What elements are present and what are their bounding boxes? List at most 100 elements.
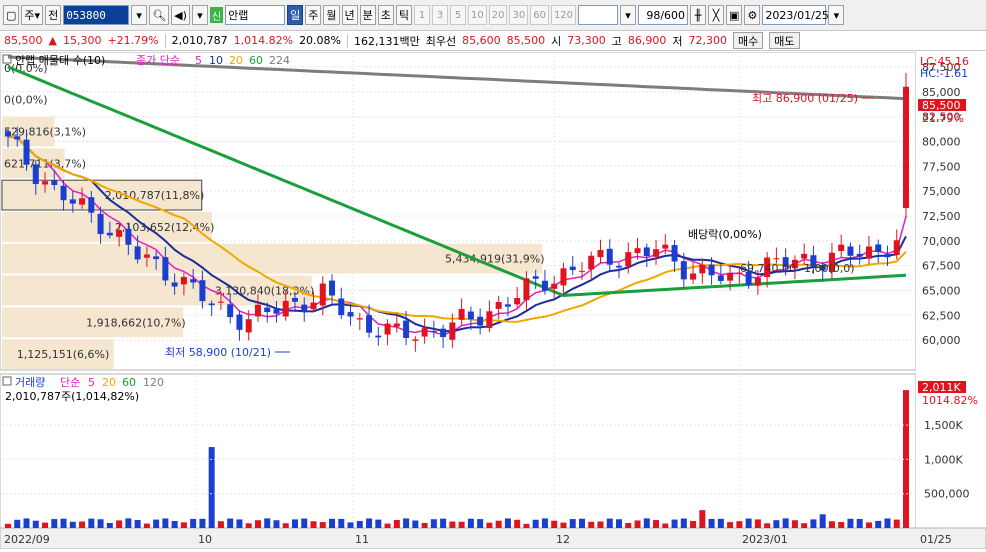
candle-body: [597, 250, 604, 258]
volume-bar: [597, 521, 604, 528]
vol-ma60-legend: 60: [122, 376, 136, 389]
stock-code-input[interactable]: 053800: [63, 5, 130, 25]
volume-tick-label: 1,000K: [924, 453, 963, 466]
current-price: 85,500: [4, 34, 43, 47]
ma60-legend: 60: [249, 54, 263, 67]
candle-body: [680, 261, 687, 280]
candle-body: [227, 304, 234, 318]
candle-body: [440, 328, 447, 338]
interval-60[interactable]: 60: [530, 5, 549, 25]
volume-bar: [551, 520, 558, 528]
profile-band-label: 621,711(3,7%): [4, 157, 86, 170]
candle-body: [106, 232, 113, 236]
candle-body: [856, 253, 863, 257]
count-display[interactable]: 98/600: [638, 5, 689, 25]
interval-30[interactable]: 30: [509, 5, 529, 25]
volume-bar: [616, 519, 623, 528]
interval-custom-input[interactable]: [578, 5, 619, 25]
profile-band-label: 1,125,151(6,6%): [17, 348, 110, 361]
tab-yearly[interactable]: 년: [341, 5, 358, 25]
mid-annotation-price: 69,740,00: [740, 262, 796, 275]
settings-gear-icon[interactable]: ⚙: [744, 5, 761, 25]
mid-annotation-change: -1,00(0,0): [800, 262, 855, 275]
dropdown-icon[interactable]: ▾: [131, 5, 148, 25]
y-tick-label: 65,000: [922, 285, 961, 298]
volume-bar: [254, 520, 261, 528]
stock-name-field[interactable]: 안랩: [225, 5, 286, 25]
candle-body: [458, 308, 465, 320]
candle-type-icon[interactable]: ╫: [690, 5, 707, 25]
tab-daily[interactable]: 일: [287, 5, 304, 25]
profile-band-label: 1,918,662(10,7%): [86, 316, 186, 329]
x-tick-label: 12: [556, 533, 570, 546]
volume-bar: [14, 519, 21, 528]
date-dropdown-icon[interactable]: ▾: [828, 5, 845, 25]
interval-5[interactable]: 5: [450, 5, 466, 25]
volume-bar: [440, 518, 447, 528]
candle-body: [190, 279, 197, 283]
vol-ma120-legend: 120: [143, 376, 164, 389]
y-tick-label: 60,000: [922, 334, 961, 347]
interval-dropdown-icon[interactable]: ▾: [620, 5, 637, 25]
candle-body: [514, 297, 521, 305]
buy-button[interactable]: 매수: [733, 32, 764, 49]
candle-body: [541, 280, 548, 291]
volume-bar: [375, 519, 382, 528]
candle-body: [245, 319, 252, 333]
candle-body: [14, 136, 21, 140]
divider: [347, 33, 349, 48]
candle-body: [551, 283, 558, 289]
y-tick-label: 75,000: [922, 185, 961, 198]
volume-value: 2,010,787: [171, 34, 228, 47]
volume-legend-name: 거래량: [15, 376, 45, 389]
interval-120[interactable]: 120: [550, 5, 577, 25]
volume-bar: [856, 518, 863, 528]
type-select[interactable]: 주 ▾: [21, 5, 44, 25]
tab-monthly[interactable]: 월: [323, 5, 340, 25]
save-icon[interactable]: ▣: [726, 5, 743, 25]
candle-body: [134, 246, 141, 260]
volume-bar: [717, 518, 724, 528]
volume-bar: [514, 519, 521, 528]
tab-weekly[interactable]: 주: [305, 5, 322, 25]
speaker-icon[interactable]: ◀): [171, 5, 190, 25]
interval-3[interactable]: 3: [432, 5, 448, 25]
volume-bar: [699, 510, 706, 528]
hc-label: HC:-1.61: [920, 67, 968, 80]
candle-body: [532, 276, 539, 279]
interval-20[interactable]: 20: [488, 5, 508, 25]
candle-body: [116, 230, 123, 237]
speaker-dropdown-icon[interactable]: ▾: [191, 5, 208, 25]
date-input[interactable]: 2023/01/25: [762, 5, 829, 25]
tab-minute[interactable]: 분: [359, 5, 376, 25]
window-layout-icon[interactable]: ▢: [3, 5, 20, 25]
search-icon[interactable]: 🔍︎: [149, 5, 170, 25]
candle-body: [403, 320, 410, 338]
volume-bar: [884, 518, 891, 528]
profile-band-label: 0(0,0%): [4, 94, 48, 107]
zoom-icon[interactable]: ╳: [708, 5, 725, 25]
candle-body: [384, 323, 391, 335]
price-legend-ma-label: 종가 단순: [136, 54, 180, 67]
chart-svg[interactable]: 0(0,0%)0(0,0%)529,816(3,1%)621,711(3,7%)…: [0, 51, 986, 550]
candle-body: [421, 328, 428, 337]
tab-tick[interactable]: 틱: [395, 5, 412, 25]
candle-body: [338, 298, 345, 316]
sell-button[interactable]: 매도: [769, 32, 800, 49]
candle-body: [653, 249, 660, 257]
chart-area[interactable]: 0(0,0%) 0(0,0%) 529,816(3,1%) 621,711(3,7%)…: [0, 51, 986, 550]
candle-body: [42, 181, 49, 185]
open-price: 73,300: [567, 34, 606, 47]
jeon-button[interactable]: 전: [45, 5, 62, 25]
tab-second[interactable]: 초: [377, 5, 394, 25]
interval-10[interactable]: 10: [468, 5, 487, 25]
interval-1[interactable]: 1: [414, 5, 430, 25]
x-tick-label: 10: [198, 533, 212, 546]
volume-bar: [708, 518, 715, 528]
volume-bar: [523, 523, 530, 528]
candle-body: [606, 248, 613, 265]
profile-band-label: 5,434,919(31,9%): [445, 253, 545, 266]
candle-body: [884, 254, 891, 258]
candle-body: [847, 246, 854, 256]
candle-body: [486, 311, 493, 329]
